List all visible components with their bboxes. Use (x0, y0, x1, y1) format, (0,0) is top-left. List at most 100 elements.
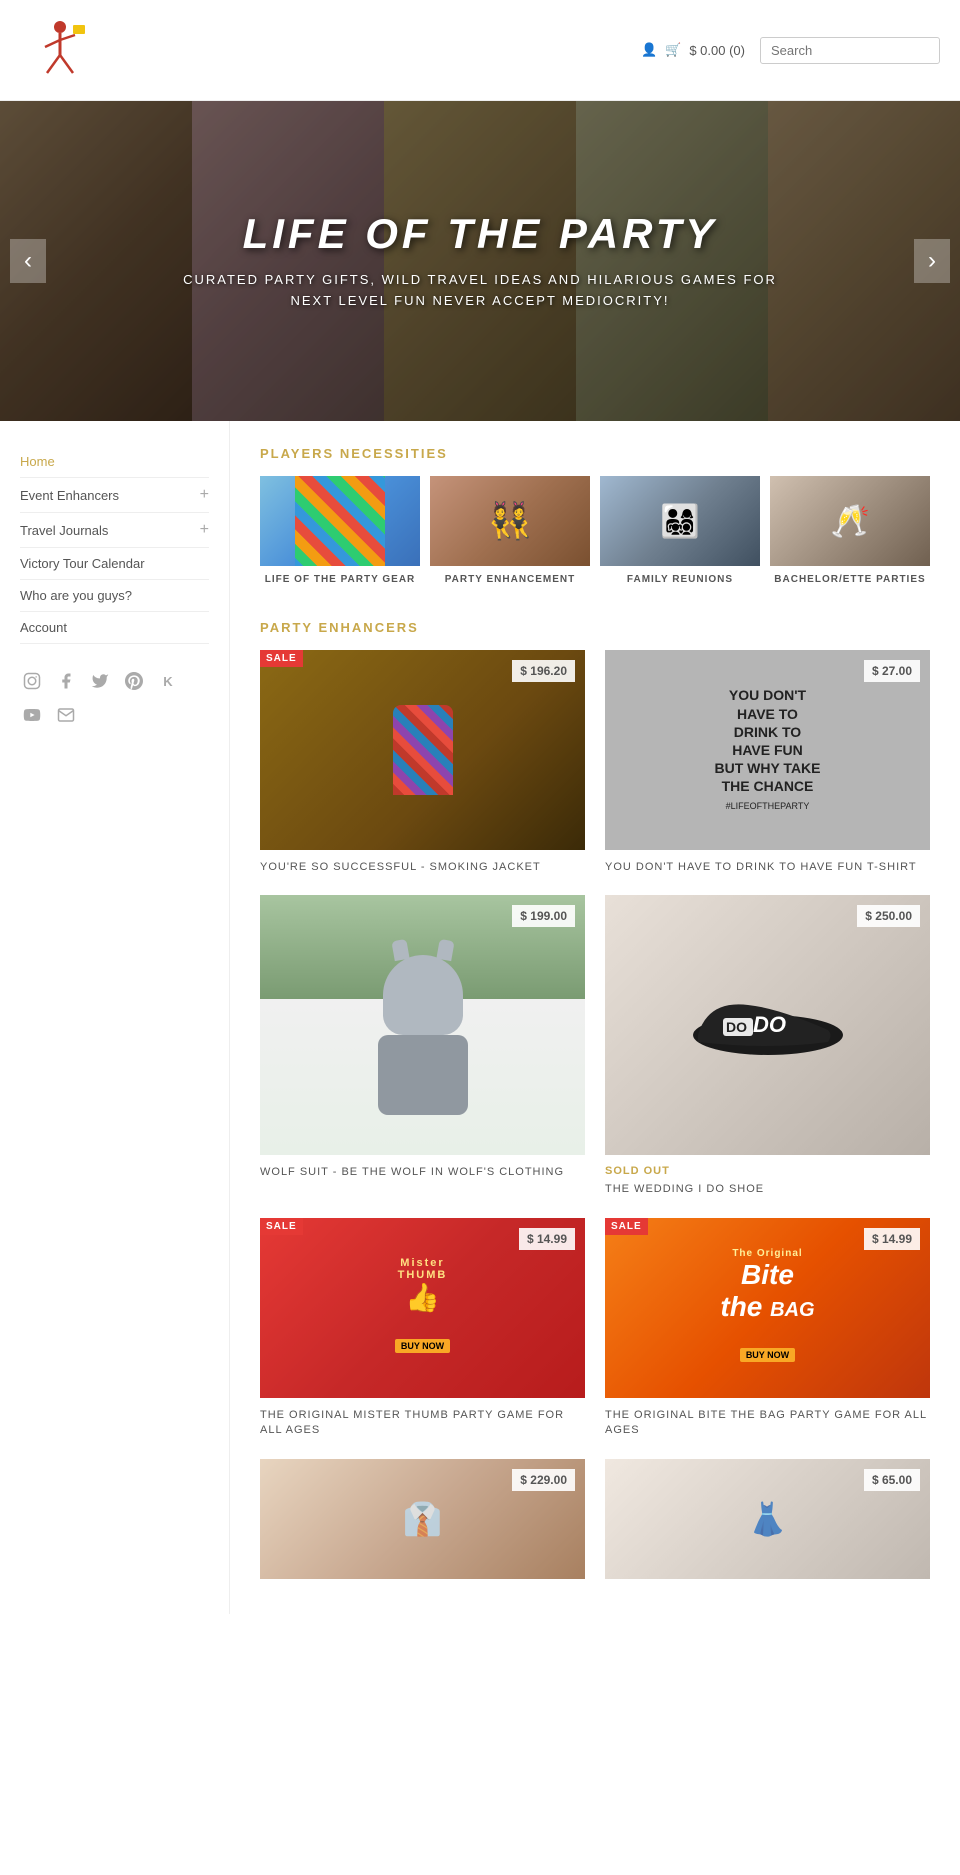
sidebar-who-are-you-label: Who are you guys? (20, 588, 132, 603)
product-8[interactable]: 👗 $ 65.00 (605, 1459, 930, 1589)
product-img-smoking-jacket: SALE $ 196.20 (260, 650, 585, 850)
hero-text: LIFE OF THE PARTY CURATED PARTY GIFTS, W… (160, 190, 800, 332)
wolf-figure (378, 955, 468, 1115)
product-img-8: 👗 $ 65.00 (605, 1459, 930, 1579)
product-name-smoking-jacket: YOU'RE SO SUCCESSFUL - SMOKING JACKET (260, 860, 585, 875)
hero-title: LIFE OF THE PARTY (180, 210, 780, 258)
sidebar-item-account[interactable]: Account (20, 612, 209, 644)
product-bite-the-bag[interactable]: The Original Bitethe BAG BUY NOW SALE $ … (605, 1218, 930, 1439)
wolf-img (260, 895, 585, 1155)
hero-prev-button[interactable]: ‹ (10, 239, 46, 283)
category-family-reunions[interactable]: 👨‍👩‍👧‍👦 FAMILY REUNIONS (600, 476, 760, 585)
header: 👤 🛒 $ 0.00 (0) (0, 0, 960, 101)
product-7[interactable]: 👔 $ 229.00 (260, 1459, 585, 1589)
product-smoking-jacket[interactable]: SALE $ 196.20 YOU'RE SO SUCCESSFUL - SMO… (260, 650, 585, 875)
search-input[interactable] (760, 37, 940, 64)
sidebar-item-event-enhancers[interactable]: Event Enhancers + (20, 478, 209, 513)
buy-now-badge-1: BUY NOW (395, 1339, 450, 1353)
product-mister-thumb[interactable]: MisterTHUMB 👍 BUY NOW SALE $ 14.99 THE O… (260, 1218, 585, 1439)
price-badge-8: $ 65.00 (864, 1469, 920, 1491)
product-img-thumb: MisterTHUMB 👍 BUY NOW SALE $ 14.99 (260, 1218, 585, 1398)
header-right: 👤 🛒 $ 0.00 (0) (641, 37, 940, 64)
party-enhancers-title: PARTY ENHANCERS (260, 620, 930, 635)
category-life-of-the-party[interactable]: LIFE OF THE PARTY GEAR (260, 476, 420, 585)
product-wedding-shoe[interactable]: DO DO $ 250.00 SOLD OUT THE WEDDING I DO… (605, 895, 930, 1197)
category-img-2: 👯 (430, 476, 590, 566)
user-icon: 👤 (641, 42, 657, 58)
hero-next-button[interactable]: › (914, 239, 950, 283)
sale-badge-3: SALE (260, 1218, 303, 1235)
sidebar-link-who-are-you[interactable]: Who are you guys? (20, 580, 209, 612)
sidebar-link-event-enhancers[interactable]: Event Enhancers + (20, 478, 209, 513)
sidebar-item-who-are-you[interactable]: Who are you guys? (20, 580, 209, 612)
sidebar-link-account[interactable]: Account (20, 612, 209, 644)
twitter-icon[interactable] (88, 669, 112, 693)
main-content: PLAYERS NECESSITIES LIFE OF THE PARTY GE… (230, 421, 960, 1614)
sidebar-travel-journals-plus: + (200, 521, 209, 539)
logo-area (20, 10, 100, 90)
categories-grid: LIFE OF THE PARTY GEAR 👯 PARTY ENHANCEME… (260, 476, 930, 585)
bite-title-main: Bitethe BAG (720, 1259, 814, 1323)
cart-amount: $ 0.00 (0) (689, 43, 745, 58)
sale-badge-4: SALE (605, 1218, 648, 1235)
product-img-shoe: DO DO $ 250.00 (605, 895, 930, 1155)
pinterest-icon[interactable] (122, 669, 146, 693)
product-tshirt[interactable]: YOU DON'THAVE TODRINK TOHAVE FUNBUT WHY … (605, 650, 930, 875)
product-img-bite: The Original Bitethe BAG BUY NOW SALE $ … (605, 1218, 930, 1398)
bite-content: The Original Bitethe BAG BUY NOW (710, 1238, 824, 1378)
category-img-4: 🥂 (770, 476, 930, 566)
category-label-2: PARTY ENHANCEMENT (430, 574, 590, 585)
sidebar-link-victory-tour[interactable]: Victory Tour Calendar (20, 548, 209, 580)
email-icon[interactable] (54, 703, 78, 727)
wolf-body (378, 1035, 468, 1115)
kickstarter-icon[interactable]: K (156, 669, 180, 693)
cart-info[interactable]: 👤 🛒 $ 0.00 (0) (641, 42, 745, 58)
instagram-icon[interactable] (20, 669, 44, 693)
cart-icon: 🛒 (665, 42, 681, 58)
people-figure-1 (260, 476, 420, 566)
category-img-3: 👨‍👩‍👧‍👦 (600, 476, 760, 566)
category-label-1: LIFE OF THE PARTY GEAR (260, 574, 420, 585)
sidebar-link-travel-journals[interactable]: Travel Journals + (20, 513, 209, 548)
price-badge-6: $ 14.99 (864, 1228, 920, 1250)
main-layout: Home Event Enhancers + Travel Journals +… (0, 421, 960, 1614)
wolf-head (383, 955, 463, 1035)
sidebar-link-home[interactable]: Home (20, 446, 209, 478)
sidebar-event-enhancers-plus: + (200, 486, 209, 504)
shoe-img: DO DO (605, 895, 930, 1155)
sidebar-event-enhancers-label: Event Enhancers (20, 488, 119, 503)
shoe-shape: DO DO (688, 980, 848, 1070)
sidebar: Home Event Enhancers + Travel Journals +… (0, 421, 230, 1614)
thumb-title: MisterTHUMB (395, 1257, 450, 1281)
sidebar-travel-journals-label: Travel Journals (20, 523, 108, 538)
sidebar-item-travel-journals[interactable]: Travel Journals + (20, 513, 209, 548)
product-wolf-suit[interactable]: $ 199.00 WOLF SUIT - BE THE WOLF IN WOLF… (260, 895, 585, 1197)
product-name-shoe: THE WEDDING I DO SHOE (605, 1182, 930, 1197)
bite-title-top: The Original (720, 1248, 814, 1259)
tshirt-text: YOU DON'THAVE TODRINK TOHAVE FUNBUT WHY … (704, 676, 830, 823)
product-img-7: 👔 $ 229.00 (260, 1459, 585, 1579)
category-bachelor-parties[interactable]: 🥂 BACHELOR/ETTE PARTIES (770, 476, 930, 585)
people-figure-4: 🥂 (770, 476, 930, 566)
sidebar-item-home[interactable]: Home (20, 446, 209, 478)
sidebar-item-victory-tour[interactable]: Victory Tour Calendar (20, 548, 209, 580)
buy-now-badge-2: BUY NOW (740, 1348, 795, 1362)
smoking-jacket-figure (393, 705, 453, 795)
sale-badge-1: SALE (260, 650, 303, 667)
price-badge-7: $ 229.00 (512, 1469, 575, 1491)
sidebar-account-label: Account (20, 620, 67, 635)
price-badge-1: $ 196.20 (512, 660, 575, 682)
category-party-enhancement[interactable]: 👯 PARTY ENHANCEMENT (430, 476, 590, 585)
price-badge-3: $ 199.00 (512, 905, 575, 927)
players-necessities-title: PLAYERS NECESSITIES (260, 446, 930, 461)
wolf-ear-left (391, 939, 409, 961)
product-8-icon: 👗 (748, 1500, 788, 1538)
hero-subtitle: CURATED PARTY GIFTS, WILD TRAVEL IDEAS A… (180, 270, 780, 312)
product-7-icon: 👔 (403, 1500, 443, 1538)
hero-banner: LIFE OF THE PARTY CURATED PARTY GIFTS, W… (0, 101, 960, 421)
price-badge-2: $ 27.00 (864, 660, 920, 682)
social-icons: K (20, 669, 209, 727)
facebook-icon[interactable] (54, 669, 78, 693)
logo[interactable] (20, 10, 100, 90)
youtube-icon[interactable] (20, 703, 44, 727)
